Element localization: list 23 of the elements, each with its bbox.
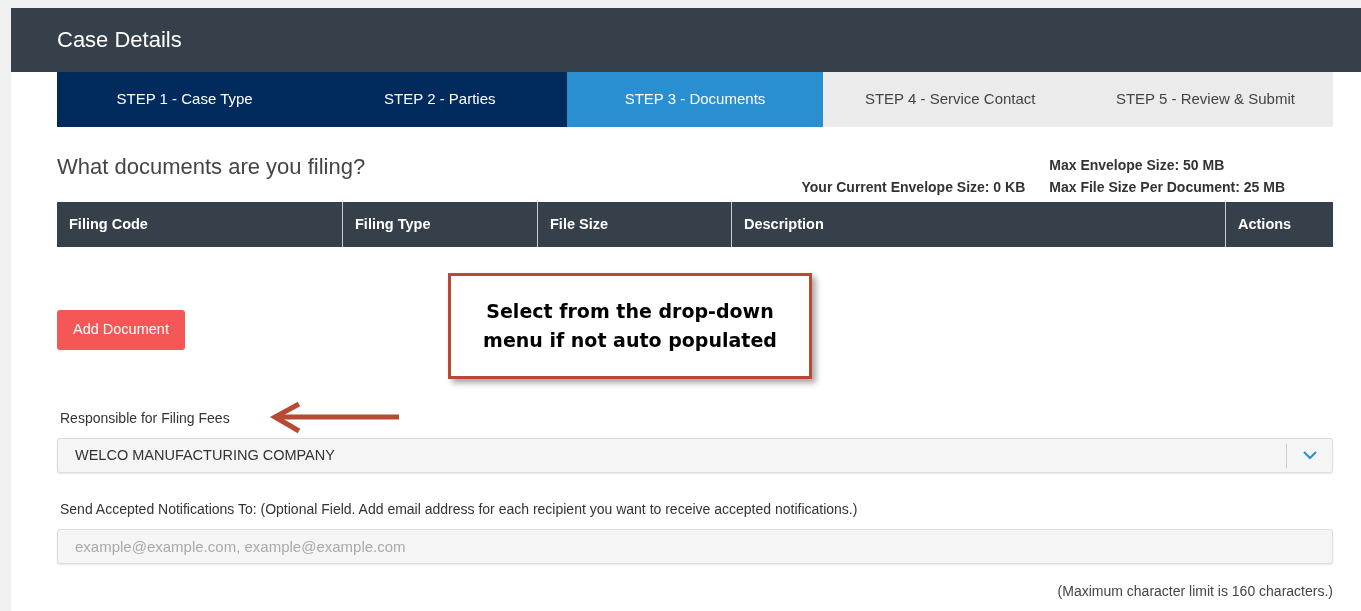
step-tab[interactable]: STEP 5 - Review & Submit bbox=[1077, 72, 1333, 127]
column-header: Filing Code bbox=[57, 202, 343, 247]
chevron-down-icon bbox=[1302, 451, 1317, 460]
email-input-field[interactable]: example@example.com, example@example.com bbox=[57, 529, 1333, 564]
field-label: Send Accepted Notifications To: (Optional Field. Add email address for each recipient you want to receive accepted notifications.) bbox=[60, 500, 858, 519]
character-limit-hint: (Maximum character limit is 160 characters.) bbox=[1057, 583, 1333, 599]
step-tab[interactable]: STEP 1 - Case Type bbox=[57, 72, 313, 127]
arrow-icon bbox=[269, 401, 401, 435]
field-label: Responsible for Filing Fees bbox=[60, 409, 230, 428]
column-header: Actions bbox=[1237, 214, 1293, 234]
callout-note: Select from the drop-down menu if not auto populated bbox=[448, 273, 812, 379]
section-heading: What documents are you filing? bbox=[57, 153, 366, 180]
current-envelope-size: Your Current Envelope Size: 0 KB bbox=[801, 178, 1026, 197]
step-tab[interactable]: STEP 3 - Documents bbox=[567, 72, 823, 127]
column-header: Filing Type bbox=[343, 202, 538, 247]
max-file-size: Max File Size Per Document: 25 MB bbox=[1049, 178, 1285, 197]
fees-dropdown[interactable]: WELCO MANUFACTURING COMPANY bbox=[57, 438, 1333, 473]
page-title: Case Details bbox=[57, 26, 182, 54]
step-tab[interactable]: STEP 2 - Parties bbox=[312, 72, 568, 127]
column-header: File Size bbox=[538, 202, 732, 247]
max-envelope-size: Max Envelope Size: 50 MB bbox=[1049, 156, 1226, 175]
step-tab[interactable]: STEP 4 - Service Contact bbox=[822, 72, 1078, 127]
column-header: Description bbox=[732, 202, 1226, 247]
